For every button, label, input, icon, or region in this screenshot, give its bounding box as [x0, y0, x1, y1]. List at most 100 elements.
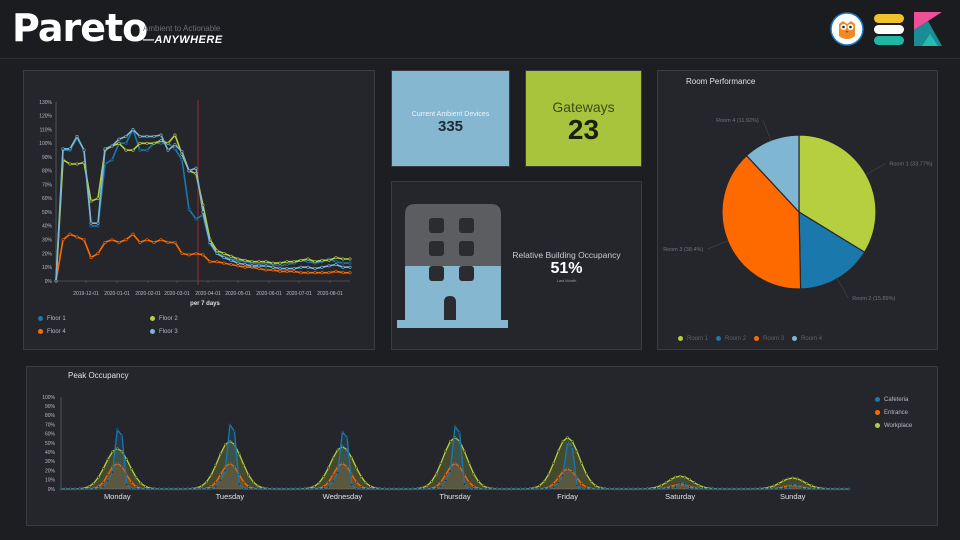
data-point — [320, 265, 324, 269]
room-legend-item[interactable]: Room 3 — [754, 336, 784, 342]
legend-marker — [38, 329, 43, 334]
y-tick-label: 30% — [42, 237, 53, 243]
brand-logo[interactable]: Pareto — [12, 6, 148, 50]
data-point — [125, 483, 128, 486]
data-point — [341, 265, 345, 269]
data-point — [275, 487, 279, 491]
data-point — [233, 430, 236, 433]
elastic-icon[interactable] — [874, 14, 904, 45]
series-area-cafeteria — [61, 424, 849, 489]
data-point — [271, 268, 275, 272]
data-point — [173, 240, 177, 244]
room-legend-item[interactable]: Room 4 — [792, 336, 822, 342]
ambient-devices-tile[interactable]: Current Ambient Devices 335 — [391, 70, 510, 167]
data-point — [209, 485, 213, 488]
data-point — [364, 487, 368, 491]
data-point — [402, 487, 405, 491]
data-point — [152, 141, 156, 145]
data-point — [355, 487, 358, 491]
data-point — [92, 487, 96, 491]
data-point — [75, 134, 79, 138]
data-point — [348, 271, 352, 275]
data-point — [627, 487, 630, 491]
data-point — [500, 487, 504, 491]
data-point — [650, 487, 654, 491]
data-point — [697, 487, 701, 491]
x-tick-label: 2020-08-01 — [317, 291, 343, 297]
legend-floor-4[interactable]: Floor 4 — [38, 329, 66, 335]
legend-workplace[interactable]: Workplace — [875, 423, 912, 429]
data-point — [264, 264, 268, 268]
data-point — [134, 485, 138, 488]
data-point — [208, 260, 212, 264]
data-point — [54, 279, 58, 283]
data-point — [110, 238, 114, 242]
data-point — [257, 264, 261, 268]
data-point — [334, 260, 338, 264]
legend-floor-1[interactable]: Floor 1 — [38, 316, 66, 322]
data-point — [678, 474, 682, 478]
data-point — [406, 487, 410, 491]
room-legend-item[interactable]: Room 1 — [678, 336, 708, 342]
owl-icon[interactable] — [830, 12, 864, 46]
data-point — [439, 480, 443, 484]
data-point — [383, 487, 386, 491]
data-point — [110, 144, 114, 148]
data-point — [96, 196, 100, 200]
data-point — [280, 487, 283, 491]
gateways-tile[interactable]: Gateways 23 — [525, 70, 642, 167]
day-label: Sunday — [780, 492, 806, 501]
data-point — [477, 487, 480, 491]
kibana-icon[interactable] — [914, 12, 942, 46]
data-point — [721, 487, 724, 491]
data-point — [303, 487, 307, 491]
data-point — [575, 484, 579, 487]
data-point — [153, 487, 157, 491]
legend-entrance[interactable]: Entrance — [875, 410, 908, 416]
data-point — [434, 485, 438, 488]
data-point — [805, 482, 809, 485]
floor-occupancy-chart[interactable]: 0% 10% 20% 30% 40% 50% 60% 70% 80% 90% 100% 110% 120… — [24, 71, 374, 349]
legend-floor-2[interactable]: Floor 2 — [150, 316, 178, 322]
room-legend-item[interactable]: Room 2 — [716, 336, 746, 342]
data-point — [106, 458, 110, 461]
data-point — [725, 487, 729, 491]
data-point — [187, 207, 191, 211]
data-point — [519, 487, 522, 491]
data-point — [59, 487, 63, 491]
data-point — [313, 260, 317, 264]
data-point — [125, 458, 128, 461]
data-point — [101, 485, 105, 489]
floor-occupancy-panel: 0% 10% 20% 30% 40% 50% 60% 70% 80% 90% 100% 110% 120… — [23, 70, 375, 350]
data-point — [467, 480, 471, 484]
data-point — [599, 487, 602, 491]
data-point — [425, 487, 429, 491]
data-point — [843, 487, 846, 491]
data-point — [453, 425, 457, 428]
y-tick-label: 20% — [42, 251, 53, 257]
data-point — [334, 256, 338, 260]
data-point — [229, 258, 233, 262]
room-pie-chart[interactable]: Room 1 (33.77%) Room 2 (15.89%) Room 3 (38… — [658, 71, 937, 349]
data-point — [674, 485, 677, 489]
data-point — [800, 487, 804, 490]
data-point — [345, 436, 349, 439]
data-point — [134, 487, 138, 491]
data-point — [341, 261, 345, 265]
peak-occupancy-chart[interactable]: 0% 10% 20% 30% 40% 50% 60% 70% 80% 90% 100% Monday T… — [27, 367, 937, 525]
legend-cafeteria[interactable]: Cafeteria — [875, 397, 908, 403]
data-point — [833, 487, 837, 491]
occupancy-metric[interactable]: Relative Building Occupancy 51% Last Mon… — [504, 250, 629, 283]
slice-leader-line — [866, 163, 886, 175]
data-point — [92, 481, 96, 485]
y-tick-label: 10% — [42, 265, 53, 271]
data-point — [138, 148, 142, 152]
data-point — [78, 487, 82, 491]
data-point — [716, 487, 719, 491]
legend-marker — [875, 410, 880, 415]
legend-floor-3[interactable]: Floor 3 — [150, 329, 178, 335]
data-point — [130, 480, 133, 484]
data-point — [664, 481, 668, 484]
data-point — [83, 487, 86, 491]
data-point — [392, 487, 396, 491]
